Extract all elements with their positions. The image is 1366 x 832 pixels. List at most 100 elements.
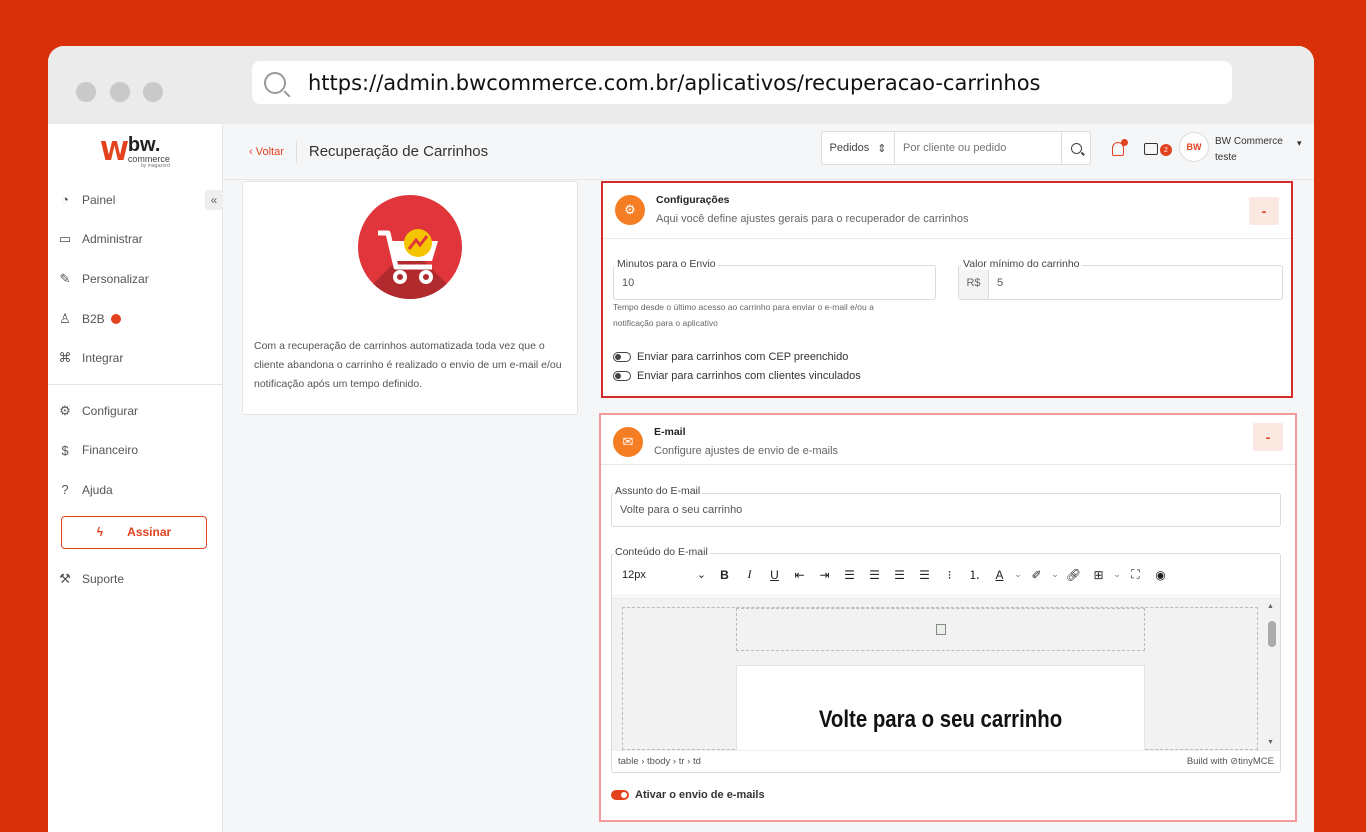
scroll-down-icon[interactable]: ▼ <box>1267 739 1274 746</box>
font-size-select[interactable]: 12px ⌄ <box>616 562 712 588</box>
sidebar-item-financeiro[interactable]: $ Financeiro <box>48 431 222 471</box>
sidebar-item-personalizar[interactable]: ✎ Personalizar <box>48 259 222 299</box>
activate-email-row[interactable]: Ativar o envio de e-mails <box>611 789 765 801</box>
sidebar-item-b2b[interactable]: ♙ B2B <box>48 299 222 339</box>
search-group: Pedidos ⇕ <box>821 131 1091 165</box>
editor-content-area[interactable]: Volte para o seu carrinho ▲ ▼ <box>612 597 1280 751</box>
preview-icon[interactable]: ◉ <box>1148 562 1173 588</box>
scroll-up-icon[interactable]: ▲ <box>1267 603 1274 610</box>
template-body: Volte para o seu carrinho <box>736 665 1145 751</box>
indent-icon[interactable]: ⇥ <box>812 562 837 588</box>
mail-icon: ✉ <box>613 427 643 457</box>
italic-icon[interactable]: I <box>737 562 762 588</box>
bullet-list-icon[interactable]: ⁝ <box>937 562 962 588</box>
user-name: BW Commerce <box>1215 136 1283 147</box>
bolt-icon: ϟ <box>96 525 104 540</box>
link-icon[interactable]: 🔗︎ <box>1061 562 1086 588</box>
switch-cep-row[interactable]: Enviar para carrinhos com CEP preenchido <box>613 351 848 363</box>
sidebar-nav-primary: ◔ Painel ▭ Administrar ✎ Personalizar ♙ … <box>48 180 222 378</box>
window-dot-minimize[interactable] <box>110 82 130 102</box>
outdent-icon[interactable]: ⇤ <box>787 562 812 588</box>
email-panel-header: ✉ E-mail Configure ajustes de envio de e… <box>601 415 1295 465</box>
highlight-icon[interactable]: ✐ <box>1024 562 1049 588</box>
config-title: Configurações <box>656 194 730 206</box>
text-color-icon[interactable]: A <box>987 562 1012 588</box>
bold-icon[interactable]: B <box>712 562 737 588</box>
clientes-switch[interactable] <box>613 371 631 381</box>
switch-clientes-row[interactable]: Enviar para carrinhos com clientes vincu… <box>613 370 861 382</box>
align-right-icon[interactable]: ☰ <box>887 562 912 588</box>
tinymce-branding[interactable]: Build with ⊘tinyMCE <box>1187 756 1274 767</box>
collapse-sidebar-button[interactable]: « <box>205 190 223 210</box>
editor-toolbar: 12px ⌄ B I U ⇤ ⇥ ☰ ☰ ☰ ☰ ⁝ ⒈ A ⌄ ✐ ⌄ 🔗︎ … <box>612 554 1280 596</box>
content-label: Conteúdo do E-mail <box>613 546 710 558</box>
user-sub: teste <box>1215 152 1237 163</box>
window-dot-maximize[interactable] <box>143 82 163 102</box>
chevron-down-icon[interactable]: ⌄ <box>1111 562 1123 588</box>
activate-email-switch[interactable] <box>611 790 629 800</box>
command-icon: ⌘ <box>58 350 72 366</box>
app-info-card: Com a recuperação de carrinhos automatiz… <box>242 181 578 415</box>
browser-window: https://admin.bwcommerce.com.br/aplicati… <box>48 46 1314 832</box>
sidebar: W bw. commerce by magazord « ◔ Painel ▭ … <box>48 124 223 832</box>
cep-switch[interactable] <box>613 352 631 362</box>
config-collapse-button[interactable]: - <box>1249 197 1279 225</box>
min-value-input[interactable]: R$ 5 <box>958 265 1283 300</box>
top-bar: ‹ Voltar Recuperação de Carrinhos Pedido… <box>224 124 1314 180</box>
config-panel-header: ⚙ Configurações Aqui você define ajustes… <box>603 183 1291 239</box>
search-icon <box>1070 142 1082 154</box>
chevron-down-icon: ⌄ <box>696 569 706 581</box>
scroll-thumb[interactable] <box>1268 621 1276 647</box>
email-template: Volte para o seu carrinho <box>622 607 1258 751</box>
sidebar-item-ajuda[interactable]: ? Ajuda <box>48 470 222 510</box>
chevron-down-icon[interactable]: ⌄ <box>1012 562 1024 588</box>
fullscreen-icon[interactable]: ⛶ <box>1123 562 1148 588</box>
user-menu[interactable]: BW Commerce teste <box>1215 134 1283 166</box>
caret-down-icon[interactable]: ▾ <box>1297 138 1302 149</box>
sidebar-divider <box>48 383 222 385</box>
logo-name: bw. <box>127 134 161 156</box>
editor-scrollbar[interactable]: ▲ ▼ <box>1266 603 1276 746</box>
template-image-cell <box>736 608 1145 651</box>
rich-text-editor: 12px ⌄ B I U ⇤ ⇥ ☰ ☰ ☰ ☰ ⁝ ⒈ A ⌄ ✐ ⌄ 🔗︎ … <box>611 553 1281 773</box>
subject-label: Assunto do E-mail <box>613 485 703 497</box>
numbered-list-icon[interactable]: ⒈ <box>962 562 987 588</box>
search-button[interactable] <box>1061 132 1090 164</box>
wrench-icon: ⚒ <box>59 570 71 586</box>
dollar-icon: $ <box>61 442 69 458</box>
sidebar-item-label: B2B <box>82 311 105 326</box>
align-justify-icon[interactable]: ☰ <box>912 562 937 588</box>
notification-bell-icon[interactable] <box>1112 139 1128 156</box>
window-dot-close[interactable] <box>76 82 96 102</box>
b2b-badge-icon <box>110 313 121 324</box>
email-collapse-button[interactable]: - <box>1253 423 1283 451</box>
minutes-label: Minutos para o Envio <box>615 258 718 270</box>
brand-logo[interactable]: W bw. commerce by magazord <box>48 124 222 180</box>
underline-icon[interactable]: U <box>762 562 787 588</box>
back-link[interactable]: ‹ Voltar <box>249 140 297 163</box>
search-input[interactable] <box>895 132 1061 164</box>
minutes-hint: Tempo desde o último acesso ao carrinho … <box>613 302 874 328</box>
align-center-icon[interactable]: ☰ <box>862 562 887 588</box>
sidebar-item-administrar[interactable]: ▭ Administrar <box>48 220 222 260</box>
template-heading: Volte para o seu carrinho <box>818 706 1063 733</box>
align-left-icon[interactable]: ☰ <box>837 562 862 588</box>
table-icon[interactable]: ⊞ <box>1086 562 1111 588</box>
chevron-down-icon[interactable]: ⌄ <box>1049 562 1061 588</box>
sidebar-item-configurar[interactable]: ⚙ Configurar <box>48 391 222 431</box>
address-bar[interactable]: https://admin.bwcommerce.com.br/aplicati… <box>252 61 1232 104</box>
sidebar-item-suporte[interactable]: ⚒ Suporte <box>48 559 222 599</box>
avatar[interactable]: BW <box>1179 132 1209 162</box>
sidebar-item-integrar[interactable]: ⌘ Integrar <box>48 338 222 378</box>
subject-input[interactable]: Volte para o seu carrinho <box>611 493 1281 527</box>
search-type-select[interactable]: Pedidos ⇕ <box>822 132 895 164</box>
minutes-input[interactable]: 10 <box>613 265 936 300</box>
assinar-button[interactable]: ϟ Assinar <box>61 515 207 549</box>
logo-tiny: by magazord <box>140 163 170 169</box>
currency-prefix: R$ <box>959 266 989 299</box>
sidebar-item-painel[interactable]: ◔ Painel <box>48 180 222 220</box>
sidebar-item-label: Integrar <box>82 351 124 366</box>
browser-chrome: https://admin.bwcommerce.com.br/aplicati… <box>48 46 1314 124</box>
logo-mark: W <box>100 137 129 167</box>
chat-icon[interactable] <box>1144 143 1158 155</box>
